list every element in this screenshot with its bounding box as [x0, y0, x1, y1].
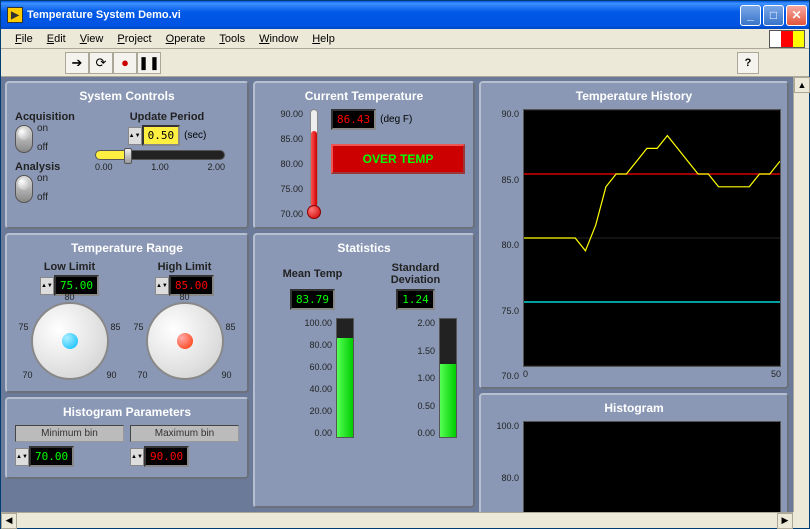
max-bin-stepper[interactable]: ▲▼ [130, 448, 144, 466]
on-label: on [37, 173, 48, 184]
menu-help[interactable]: Help [306, 31, 341, 47]
menu-edit[interactable]: Edit [41, 31, 72, 47]
current-temperature-panel: Current Temperature 90.00 85.00 80.00 75… [253, 81, 475, 229]
menu-window[interactable]: Window [253, 31, 304, 47]
histogram-yscale: 100.080.060.040.020.00.0 [487, 421, 523, 512]
window-titlebar[interactable]: ▶ Temperature System Demo.vi _ □ ✕ [1, 1, 809, 29]
scroll-corner [793, 512, 809, 528]
unit-label: (sec) [184, 130, 206, 141]
unit-label: (deg F) [380, 114, 412, 125]
scroll-left-button[interactable]: ◀ [1, 513, 17, 529]
update-period-label: Update Period [95, 111, 239, 123]
temperature-history-panel: Temperature History 90.085.080.075.070.0… [479, 81, 789, 389]
scroll-right-button[interactable]: ▶ [777, 513, 793, 529]
off-label: off [37, 192, 48, 203]
abort-button[interactable]: ● [113, 52, 137, 74]
panel-title: Histogram [485, 399, 783, 419]
min-bin-stepper[interactable]: ▲▼ [15, 448, 29, 466]
update-period-slider[interactable] [95, 150, 225, 160]
window-title: Temperature System Demo.vi [27, 9, 740, 21]
max-bin-input[interactable]: 90.00 [144, 446, 189, 467]
maximize-button[interactable]: □ [763, 5, 784, 26]
histogram-chart[interactable] [523, 421, 781, 512]
update-period-stepper[interactable]: ▲▼ [128, 127, 142, 145]
mean-scale: 100.0080.0060.0040.0020.000.00 [265, 318, 336, 438]
menu-tools[interactable]: Tools [213, 31, 251, 47]
off-label: off [37, 142, 48, 153]
pause-button[interactable]: ❚❚ [137, 52, 161, 74]
vertical-scrollbar[interactable]: ▲ [793, 77, 809, 512]
temperature-range-panel: Temperature Range Low Limit ▲▼ 75.00 70 [5, 233, 249, 393]
scroll-up-button[interactable]: ▲ [794, 77, 810, 93]
update-period-input[interactable]: 0.50 [142, 125, 181, 146]
run-continuous-button[interactable]: ⟳ [89, 52, 113, 74]
menubar: File Edit View Project Operate Tools Win… [1, 29, 809, 49]
acquisition-label: Acquisition [15, 111, 89, 123]
stddev-scale: 2.001.501.000.500.00 [368, 318, 439, 438]
menu-project[interactable]: Project [111, 31, 157, 47]
acquisition-toggle[interactable] [15, 125, 33, 153]
low-limit-stepper[interactable]: ▲▼ [40, 277, 54, 295]
app-icon: ▶ [7, 7, 23, 23]
min-bin-label: Minimum bin [15, 425, 124, 442]
low-limit-label: Low Limit [15, 261, 124, 273]
slider-ticks: 0.00 1.00 2.00 [95, 162, 225, 172]
high-limit-input[interactable]: 85.00 [169, 275, 214, 296]
mean-tank [336, 318, 354, 438]
max-bin-label: Maximum bin [130, 425, 239, 442]
close-button[interactable]: ✕ [786, 5, 807, 26]
high-limit-label: High Limit [130, 261, 239, 273]
panel-title: Statistics [259, 239, 469, 259]
high-limit-stepper[interactable]: ▲▼ [155, 277, 169, 295]
analysis-toggle[interactable] [15, 175, 33, 203]
labview-icon [769, 30, 805, 48]
menu-view[interactable]: View [74, 31, 110, 47]
panel-title: Temperature History [485, 87, 783, 107]
low-limit-dial[interactable]: 70 75 80 85 90 [31, 302, 109, 380]
stddev-tank [439, 318, 457, 438]
menu-operate[interactable]: Operate [160, 31, 212, 47]
current-temp-value: 86.43 [331, 109, 376, 130]
help-button[interactable]: ? [737, 52, 759, 74]
temperature-history-chart[interactable] [523, 109, 781, 367]
on-label: on [37, 123, 48, 134]
minimize-button[interactable]: _ [740, 5, 761, 26]
thermometer-scale: 90.00 85.00 80.00 75.00 70.00 [263, 109, 307, 219]
min-bin-input[interactable]: 70.00 [29, 446, 74, 467]
stddev-value: 1.24 [396, 289, 435, 310]
toolbar: ➔ ⟳ ● ❚❚ ? [1, 49, 809, 77]
thermometer [307, 109, 321, 219]
history-yscale: 90.085.080.075.070.0 [487, 109, 523, 381]
run-button[interactable]: ➔ [65, 52, 89, 74]
panel-title: System Controls [11, 87, 243, 107]
panel-title: Current Temperature [259, 87, 469, 107]
analysis-label: Analysis [15, 161, 89, 173]
low-limit-input[interactable]: 75.00 [54, 275, 99, 296]
history-xscale: 050 [523, 367, 781, 381]
menu-file[interactable]: File [9, 31, 39, 47]
system-controls-panel: System Controls Acquisition on off [5, 81, 249, 229]
mean-temp-value: 83.79 [290, 289, 335, 310]
mean-temp-label: Mean Temp [265, 261, 360, 287]
stddev-label: Standard Deviation [368, 261, 463, 287]
histogram-parameters-panel: Histogram Parameters Minimum bin ▲▼ 70.0… [5, 397, 249, 479]
statistics-panel: Statistics Mean Temp 83.79 100.0080.0060… [253, 233, 475, 508]
histogram-panel: Histogram 100.080.060.040.020.00.0 65.07… [479, 393, 789, 512]
horizontal-scrollbar[interactable]: ◀ ▶ [1, 512, 793, 528]
panel-title: Temperature Range [11, 239, 243, 259]
high-limit-dial[interactable]: 70 75 80 85 90 [146, 302, 224, 380]
panel-title: Histogram Parameters [11, 403, 243, 423]
over-temp-indicator: OVER TEMP [331, 144, 465, 174]
